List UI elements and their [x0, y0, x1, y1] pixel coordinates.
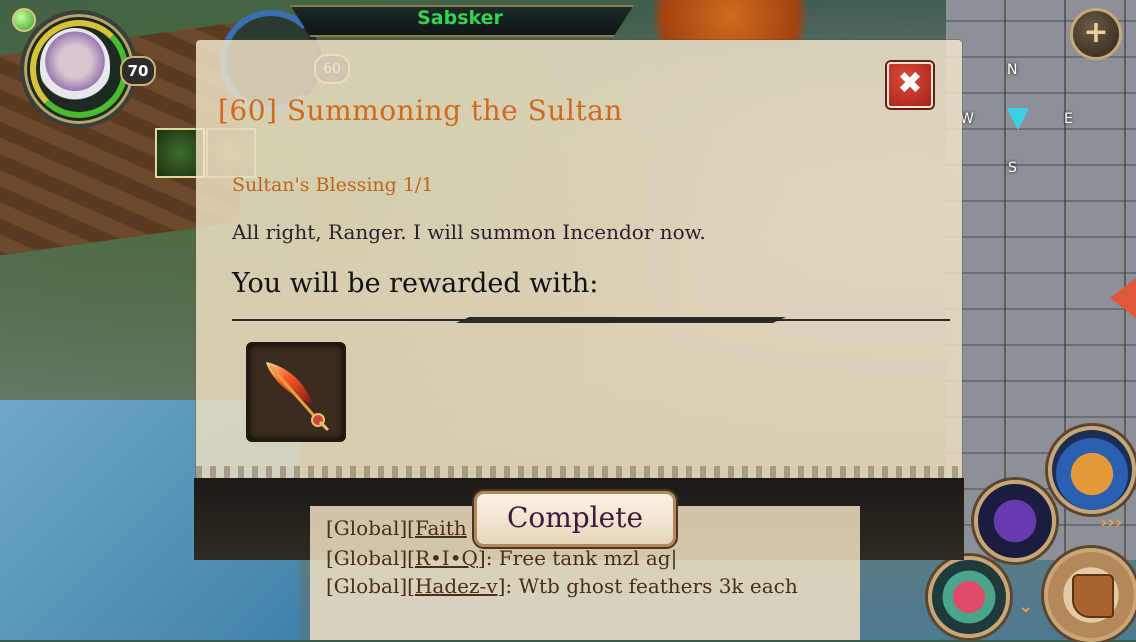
divider-accent	[456, 317, 786, 323]
npc-dialogue: All right, Ranger. I will summon Incendo…	[232, 220, 706, 244]
expand-panel-arrow-icon[interactable]	[1110, 278, 1136, 318]
chat-username[interactable]: R•I•Q	[415, 546, 478, 570]
chat-line: [Global][R•I•Q]: Free tank mzl ag|	[326, 546, 677, 570]
compass-arrow-icon	[1007, 108, 1029, 130]
avatar	[40, 28, 110, 102]
complete-button[interactable]: Complete	[474, 491, 676, 547]
boots-skill-button[interactable]	[1044, 548, 1136, 642]
chat-line: [Global][Hadez-v]: Wtb ghost feathers 3k…	[326, 574, 798, 598]
close-button[interactable]: ✖	[887, 62, 933, 108]
target-name: Sabsker	[417, 7, 503, 29]
reward-heading: You will be rewarded with:	[232, 268, 599, 299]
plus-button[interactable]: +	[1070, 8, 1122, 60]
reward-item-slot[interactable]	[246, 342, 346, 442]
chat-channel: [Global][	[326, 574, 415, 598]
compass-east: E	[1064, 111, 1073, 127]
chevron-down-icon: ⌄	[1018, 596, 1034, 617]
chat-channel: [Global][	[326, 516, 415, 540]
autumn-tree	[620, 0, 840, 40]
chevron-right-icon: ›››	[1100, 512, 1123, 533]
chat-message: ]: Free tank mzl ag|	[477, 546, 678, 570]
quest-dialog: [60] Summoning the Sultan ✖ Sultan's Ble…	[196, 40, 962, 480]
chat-line: [Global][Faith	[326, 516, 467, 540]
chat-message: ]: Wtb ghost feathers 3k each	[497, 574, 798, 598]
bird-skill-button[interactable]	[928, 556, 1010, 638]
chat-channel: [Global][	[326, 546, 415, 570]
dragon-skill-button[interactable]	[974, 480, 1056, 562]
fox-skill-button[interactable]	[1048, 426, 1136, 514]
chat-username[interactable]: Faith	[415, 516, 467, 540]
quest-title: [60] Summoning the Sultan	[218, 94, 623, 127]
flame-feather-icon	[266, 362, 330, 432]
player-level-badge: 70	[120, 56, 156, 86]
chat-username[interactable]: Hadez-v	[415, 574, 498, 598]
quest-objective: Sultan's Blessing 1/1	[232, 174, 434, 196]
compass-west: W	[960, 111, 974, 127]
status-gem-icon	[12, 8, 36, 32]
boot-icon	[1072, 574, 1114, 618]
compass-north: N	[1007, 62, 1018, 78]
compass-south: S	[1008, 160, 1017, 176]
